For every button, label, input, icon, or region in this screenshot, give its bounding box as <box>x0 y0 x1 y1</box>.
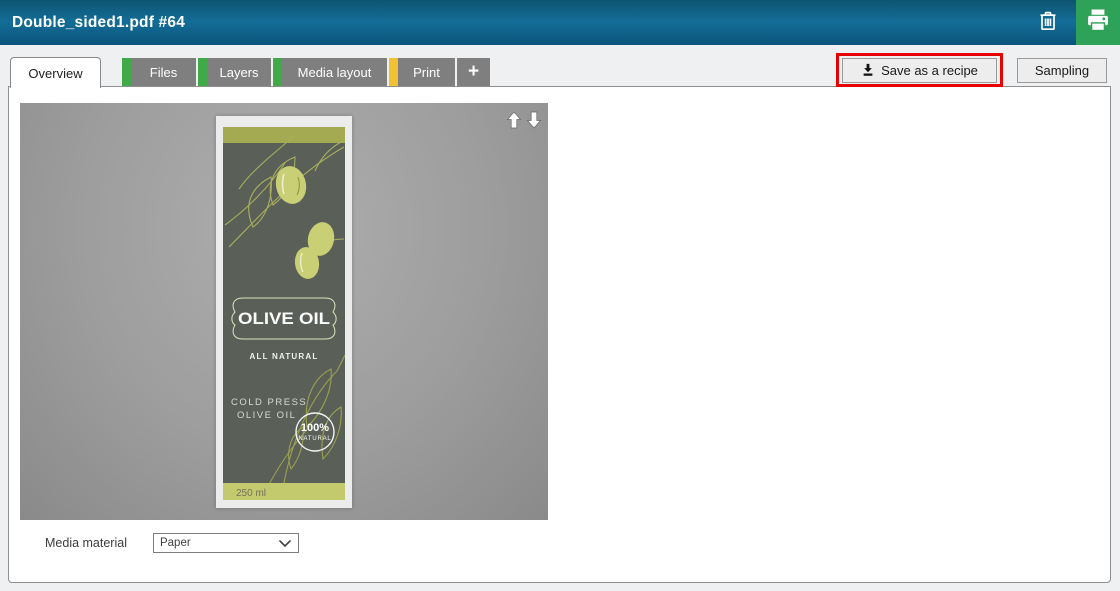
tab-files-label: Files <box>131 65 196 80</box>
tab-layers-status-indicator <box>198 58 207 86</box>
media-material-dropdown[interactable]: Paper <box>153 533 299 553</box>
trash-icon <box>1036 9 1060 38</box>
tab-media-layout-status-indicator <box>273 58 282 86</box>
save-as-recipe-label: Save as a recipe <box>881 63 978 78</box>
arrow-down-icon[interactable] <box>525 110 542 129</box>
tab-media-layout-label: Media layout <box>282 65 387 80</box>
annotation-highlight-box: Save as a recipe <box>836 53 1003 87</box>
print-button[interactable] <box>1076 0 1120 45</box>
save-as-recipe-button[interactable]: Save as a recipe <box>842 58 997 83</box>
svg-text:250 ml: 250 ml <box>236 488 266 499</box>
tab-files-status-indicator <box>122 58 131 86</box>
job-title: Double_sided1.pdf #64 <box>12 0 185 45</box>
preview-nav-arrows <box>505 110 542 129</box>
printer-icon <box>1084 6 1112 39</box>
tab-print-status-indicator <box>389 58 398 86</box>
tab-overview[interactable]: Overview <box>10 57 101 88</box>
job-preview-area: OLIVE OIL ALL NATURAL COLD PRESS OLIVE O… <box>20 103 548 520</box>
chevron-down-icon <box>279 540 291 547</box>
sampling-button[interactable]: Sampling <box>1017 58 1107 83</box>
svg-text:100%: 100% <box>301 422 329 434</box>
svg-text:NATURAL: NATURAL <box>298 436 331 442</box>
app-window: Double_sided1.pdf #64 <box>0 0 1120 591</box>
svg-text:ALL NATURAL: ALL NATURAL <box>250 352 319 361</box>
tab-print[interactable]: Print <box>389 58 455 86</box>
tab-print-label: Print <box>398 65 455 80</box>
tab-layers[interactable]: Layers <box>198 58 271 86</box>
delete-job-button[interactable] <box>1030 5 1066 41</box>
media-material-value: Paper <box>160 537 191 549</box>
tab-media-layout[interactable]: Media layout <box>273 58 387 86</box>
media-material-label: Media material <box>45 536 127 550</box>
svg-text:OLIVE OIL: OLIVE OIL <box>238 309 330 328</box>
label-preview-image: OLIVE OIL ALL NATURAL COLD PRESS OLIVE O… <box>216 116 352 508</box>
arrow-up-icon[interactable] <box>505 110 522 129</box>
download-icon <box>861 63 875 77</box>
tab-files[interactable]: Files <box>122 58 196 86</box>
svg-text:COLD PRESS: COLD PRESS <box>231 397 307 408</box>
add-tab-button[interactable]: + <box>457 58 490 86</box>
title-bar: Double_sided1.pdf #64 <box>0 0 1120 45</box>
svg-text:OLIVE OIL: OLIVE OIL <box>237 410 296 421</box>
media-material-row: Media material Paper <box>45 533 299 553</box>
tab-layers-label: Layers <box>207 65 271 80</box>
